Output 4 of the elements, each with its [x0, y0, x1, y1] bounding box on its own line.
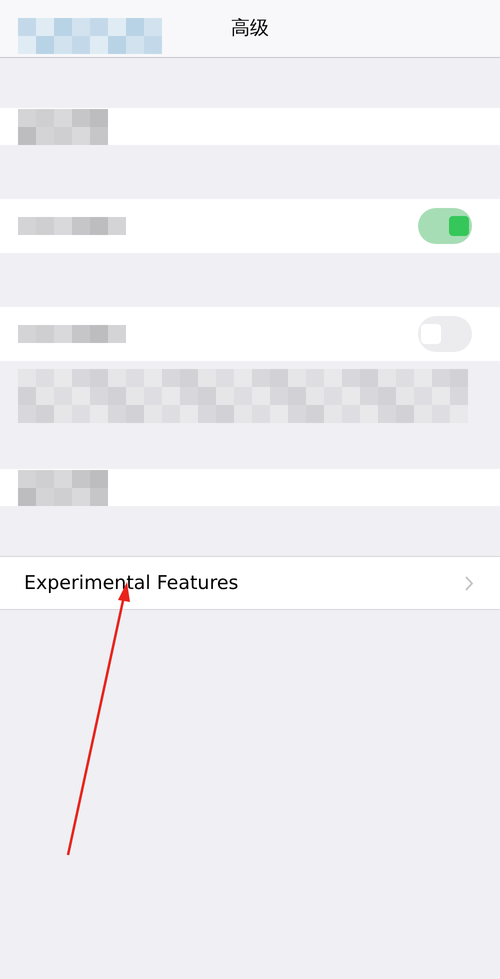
- toggle-switch[interactable]: [418, 208, 472, 244]
- chevron-right-icon: [465, 576, 474, 590]
- settings-row[interactable]: Experimental Features: [0, 556, 500, 610]
- nav-title: 高级: [231, 16, 269, 42]
